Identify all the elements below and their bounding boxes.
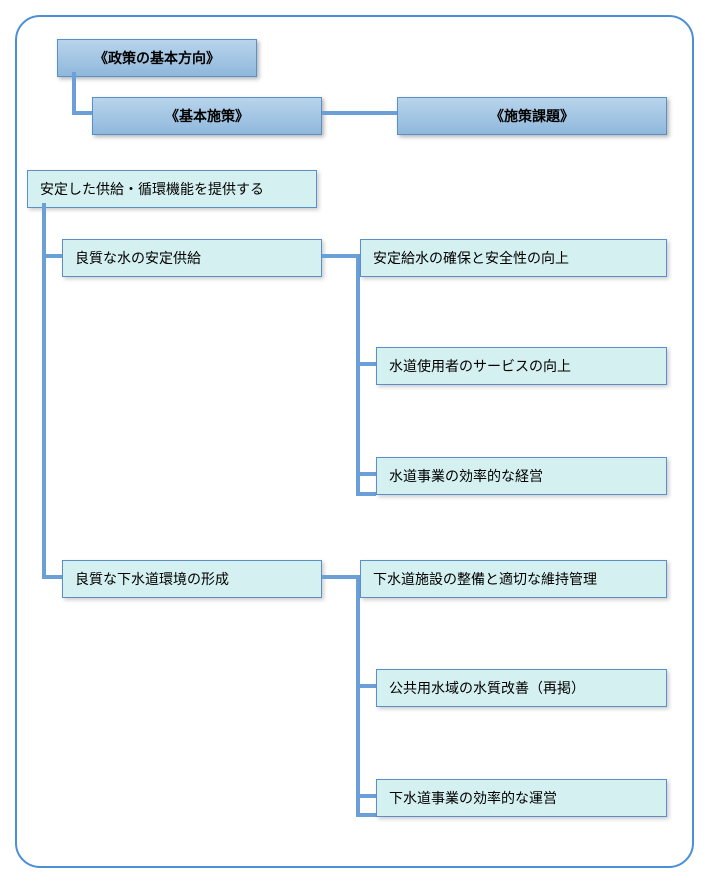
connector [356, 492, 376, 496]
header-policy-direction: 《政策の基本方向》 [57, 39, 257, 77]
connector [42, 203, 46, 579]
connector [72, 72, 76, 115]
measure-1: 良質な水の安定供給 [62, 239, 322, 277]
issue-5: 公共用水域の水質改善（再掲） [376, 669, 667, 707]
header-policy-issues: 《施策課題》 [397, 97, 667, 135]
connector [356, 254, 360, 496]
issue-2: 水道使用者のサービスの向上 [376, 347, 667, 385]
connector [322, 111, 397, 115]
connector [322, 254, 360, 258]
header-basic-measures: 《基本施策》 [92, 97, 322, 135]
connector [322, 575, 360, 579]
connector [356, 362, 376, 366]
measure-2: 良質な下水道環境の形成 [62, 560, 322, 598]
connector [356, 575, 360, 817]
connector [42, 575, 62, 579]
diagram-frame: 《政策の基本方向》 《基本施策》 《施策課題》 安定した供給・循環機能を提供する… [15, 15, 694, 868]
connector [42, 254, 62, 258]
root-node: 安定した供給・循環機能を提供する [27, 170, 317, 208]
connector [72, 111, 92, 115]
issue-4: 下水道施設の整備と適切な維持管理 [360, 560, 667, 598]
connector [356, 684, 376, 688]
issue-3: 水道事業の効率的な経営 [376, 457, 667, 495]
connector [356, 813, 376, 817]
issue-1: 安定給水の確保と安全性の向上 [360, 239, 667, 277]
connector [356, 472, 376, 476]
connector [356, 794, 376, 798]
issue-6: 下水道事業の効率的な運営 [376, 779, 667, 817]
